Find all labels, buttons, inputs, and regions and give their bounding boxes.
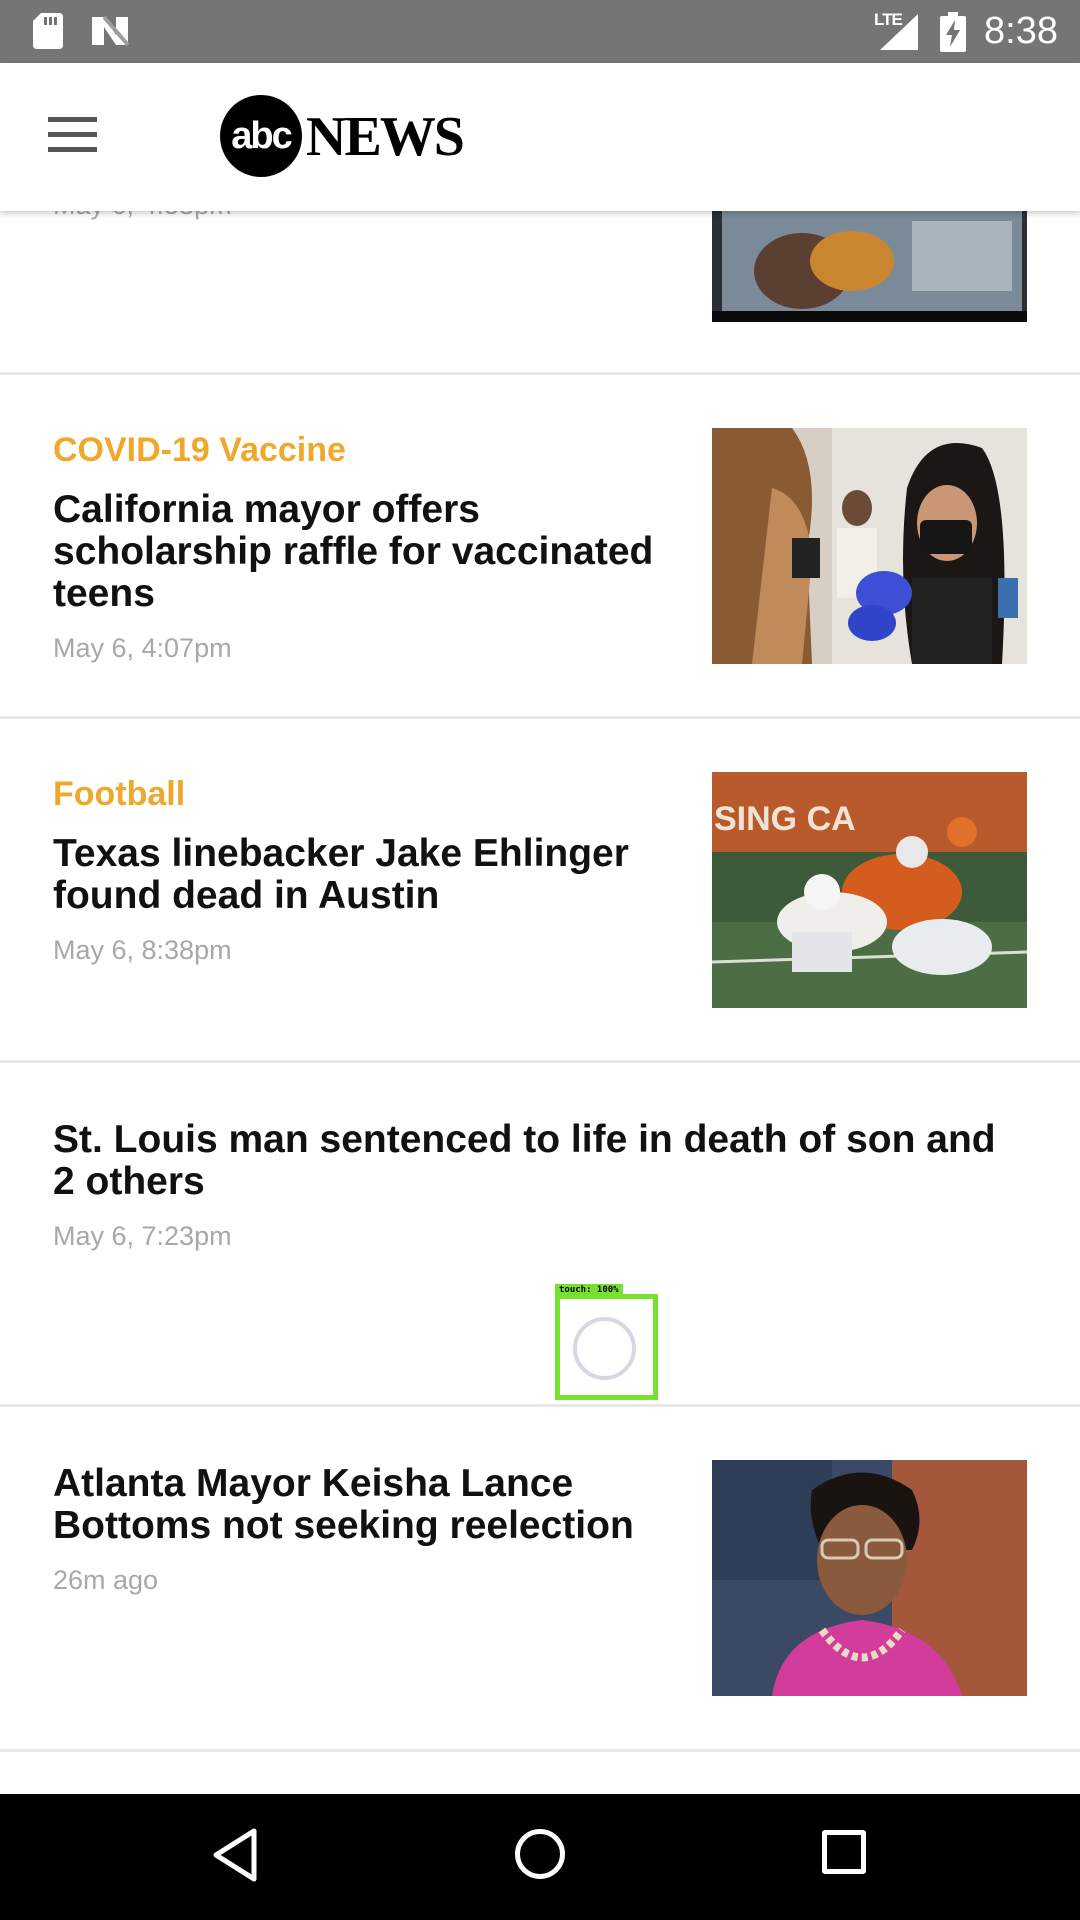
article-card[interactable]: St. Louis man sentenced to life in death… (0, 1063, 1080, 1407)
logo-wordmark: NEWS (306, 106, 465, 168)
system-nav-bar (0, 1794, 1080, 1920)
touch-indicator-ring (573, 1317, 636, 1380)
article-thumbnail[interactable] (712, 428, 1027, 664)
article-headline[interactable]: Atlanta Mayor Keisha Lance Bottoms not s… (53, 1463, 634, 1547)
abc-news-logo[interactable]: abc NEWS (220, 95, 465, 181)
article-timestamp: May 6, 8:38pm (53, 935, 232, 965)
hamburger-menu-icon[interactable] (40, 105, 106, 165)
article-category[interactable]: COVID-19 Vaccine (53, 431, 346, 470)
article-headline[interactable]: California mayor offers scholarship raff… (53, 489, 653, 615)
app-screen: LTE 8:38 May 6, 4:53pm (0, 0, 1080, 1920)
article-timestamp: May 6, 7:23pm (53, 1221, 232, 1251)
back-icon[interactable] (210, 1827, 260, 1883)
app-header: abc NEWS (0, 63, 1080, 211)
article-thumbnail[interactable]: SING CA (712, 772, 1027, 1008)
svg-text:SING CA: SING CA (714, 800, 856, 838)
article-timestamp: 26m ago (53, 1565, 159, 1595)
article-headline[interactable]: St. Louis man sentenced to life in death… (53, 1119, 996, 1203)
logo-disc: abc (220, 95, 302, 177)
article-timestamp: May 6, 4:07pm (53, 633, 232, 663)
home-icon[interactable] (515, 1829, 565, 1879)
article-headline[interactable]: Texas linebacker Jake Ehlinger found dea… (53, 833, 629, 917)
recents-icon[interactable] (822, 1830, 866, 1874)
article-card[interactable]: Football Texas linebacker Jake Ehlinger … (0, 719, 1080, 1063)
article-card[interactable]: Atlanta Mayor Keisha Lance Bottoms not s… (0, 1407, 1080, 1752)
article-category[interactable]: Football (53, 775, 185, 814)
news-feed[interactable]: May 6, 4:53pm COVID-19 Vaccine Californi… (0, 0, 1080, 1920)
article-thumbnail[interactable] (712, 1460, 1027, 1696)
article-thumbnail (712, 211, 1027, 322)
article-card[interactable]: COVID-19 Vaccine California mayor offers… (0, 375, 1080, 719)
